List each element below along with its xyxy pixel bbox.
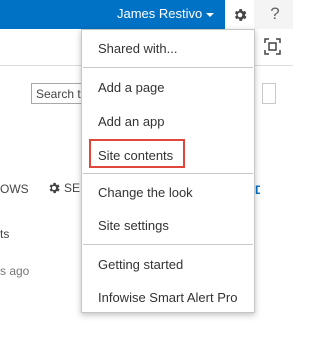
settings-menu: Shared with... Add a page Add an app Sit… — [81, 29, 255, 313]
ribbon-tab-partial[interactable]: OWS — [0, 182, 29, 196]
ribbon-blue-partial[interactable]: D — [255, 183, 260, 195]
chevron-down-icon — [206, 12, 215, 17]
content-text-partial: ts — [0, 227, 10, 241]
help-button[interactable]: ? — [262, 0, 288, 29]
gear-icon — [49, 182, 60, 194]
menu-item-site-settings[interactable]: Site settings — [98, 218, 169, 233]
user-menu-button[interactable]: James Restivo — [117, 0, 215, 29]
settings-gear-button[interactable] — [225, 0, 254, 29]
menu-item-site-contents[interactable]: Site contents — [98, 148, 173, 163]
menu-item-shared-with[interactable]: Shared with... — [98, 41, 178, 56]
suite-bar-user-area: James Restivo — [0, 0, 225, 29]
ribbon-settings-partial[interactable]: SE — [47, 181, 80, 195]
ribbon-settings-label: SE — [64, 181, 81, 195]
menu-separator — [83, 67, 253, 68]
suite-bar: James Restivo ? — [0, 0, 293, 29]
scroll-up-button[interactable] — [262, 83, 276, 104]
menu-separator — [83, 173, 253, 174]
user-name: James Restivo — [117, 6, 203, 21]
gear-icon — [234, 8, 246, 21]
content-timestamp-partial: s ago — [0, 264, 30, 278]
menu-item-add-page[interactable]: Add a page — [98, 80, 165, 95]
menu-item-infowise-smart-alert[interactable]: Infowise Smart Alert Pro — [98, 290, 237, 305]
focus-on-content-icon[interactable] — [264, 38, 281, 55]
menu-separator — [83, 244, 253, 245]
menu-item-getting-started[interactable]: Getting started — [98, 257, 183, 272]
menu-item-add-app[interactable]: Add an app — [98, 114, 165, 129]
menu-item-change-look[interactable]: Change the look — [98, 185, 193, 200]
